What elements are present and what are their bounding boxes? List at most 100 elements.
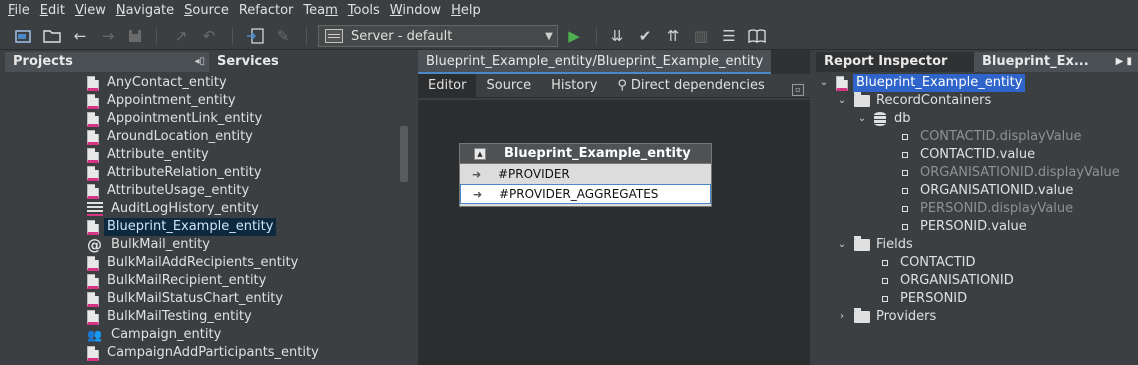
list-item[interactable]: CampaignAddParticipants_entity <box>87 344 319 362</box>
property-icon <box>902 224 908 230</box>
projects-panel: Projects ◂▯ Services AnyContact_entity A… <box>5 52 409 365</box>
chevron-down-icon[interactable]: ⌄ <box>836 236 848 254</box>
tree-record-containers[interactable]: ⌄ RecordContainers <box>836 92 991 110</box>
editor-panel: Blueprint_Example_entity/Blueprint_Examp… <box>418 50 810 365</box>
checkmark-icon[interactable]: ✔ <box>634 25 656 47</box>
tree-field-item[interactable]: CONTACTID <box>882 254 976 272</box>
list-item[interactable]: AttributeRelation_entity <box>87 164 262 182</box>
collapse-icon[interactable]: ▲ <box>474 147 486 160</box>
tab-editor-file[interactable]: Blueprint_Example_entity/Blueprint_Examp… <box>418 50 772 74</box>
property-icon <box>882 260 888 266</box>
folder-icon <box>854 236 870 251</box>
property-icon <box>902 152 908 158</box>
tab-direct-dependencies[interactable]: ⚲ Direct dependencies <box>607 74 774 98</box>
back-arrow-icon[interactable]: ← <box>69 25 91 47</box>
tree-providers[interactable]: › Providers <box>836 308 936 326</box>
entity-file-icon <box>87 147 99 163</box>
list-item-selected[interactable]: Blueprint_Example_entity <box>87 218 277 236</box>
menu-source[interactable]: Source <box>180 0 233 22</box>
forward-arrow-icon[interactable]: → <box>97 25 119 47</box>
list-item[interactable]: BulkMailTesting_entity <box>87 308 252 326</box>
record-container-icon: ➜ <box>472 167 482 181</box>
list-icon <box>87 202 103 216</box>
entity-box[interactable]: ▲ Blueprint_Example_entity ➜ #PROVIDER ➜… <box>459 143 712 207</box>
list-item[interactable]: 👥 Campaign_entity <box>87 326 221 344</box>
tab-source[interactable]: Source <box>476 74 541 98</box>
list-item[interactable]: BulkMailAddRecipients_entity <box>87 254 298 272</box>
book-icon[interactable] <box>746 25 768 47</box>
entity-file-icon <box>87 183 99 199</box>
list-item[interactable]: AuditLogHistory_entity <box>87 200 259 218</box>
menu-team[interactable]: Team <box>299 0 341 22</box>
list-item[interactable]: AppointmentLink_entity <box>87 110 262 128</box>
tab-blueprint-example[interactable]: Blueprint_Ex... ▶ ▮ <box>974 52 1138 72</box>
folder-icon <box>854 92 870 107</box>
edit-icon[interactable]: ✎ <box>272 25 294 47</box>
list-item[interactable]: Attribute_entity <box>87 146 209 164</box>
list-view-icon[interactable]: ☰ <box>718 25 740 47</box>
record-container-row-selected[interactable]: ➜ #PROVIDER_AGGREGATES <box>460 184 711 204</box>
tree-db-item[interactable]: CONTACTID.displayValue <box>902 128 1081 146</box>
chevron-down-icon[interactable]: ⌄ <box>836 92 848 110</box>
entity-file-icon <box>87 75 99 91</box>
double-chevron-up-icon[interactable]: ⇈ <box>662 25 684 47</box>
export-icon[interactable]: ↗ <box>170 25 192 47</box>
entity-file-icon <box>87 93 99 109</box>
folder-icon <box>854 308 870 323</box>
tree-fields[interactable]: ⌄ Fields <box>836 236 913 254</box>
entity-file-icon <box>87 255 99 271</box>
scrollbar[interactable] <box>400 126 408 182</box>
list-item[interactable]: AroundLocation_entity <box>87 128 253 146</box>
list-item[interactable]: AnyContact_entity <box>87 74 227 92</box>
chevron-down-icon[interactable]: ⌄ <box>856 110 868 128</box>
tab-history[interactable]: History <box>541 74 607 98</box>
list-item[interactable]: Appointment_entity <box>87 92 236 110</box>
tree-db[interactable]: ⌄ db <box>856 110 911 128</box>
tab-projects[interactable]: Projects ◂▯ <box>5 52 209 72</box>
tab-services[interactable]: Services <box>209 52 409 72</box>
minimize-icon[interactable]: ◂▯ <box>194 52 205 72</box>
property-icon <box>902 170 908 176</box>
new-project-icon[interactable] <box>13 25 35 47</box>
server-select[interactable]: Server - default ▼ <box>318 25 558 47</box>
tree-db-item[interactable]: ORGANISATIONID.value <box>902 182 1073 200</box>
menu-navigate[interactable]: Navigate <box>112 0 178 22</box>
toolbar: ← → ↗ ↶ ✎ Server - default ▼ ▶ ⇊ ✔ ⇈ ▥ ☰ <box>0 22 1138 50</box>
split-view-icon[interactable]: ▥ <box>690 25 712 47</box>
chevron-right-icon[interactable]: › <box>836 308 848 326</box>
tree-db-item[interactable]: CONTACTID.value <box>902 146 1035 164</box>
list-item[interactable]: AttributeUsage_entity <box>87 182 249 200</box>
menu-view[interactable]: View <box>71 0 110 22</box>
chevron-down-icon[interactable]: ⌄ <box>818 74 830 92</box>
tree-db-item[interactable]: PERSONID.displayValue <box>902 200 1073 218</box>
entity-file-icon <box>87 111 99 127</box>
tree-field-item[interactable]: PERSONID <box>882 290 967 308</box>
open-folder-icon[interactable] <box>41 25 63 47</box>
menu-refactor[interactable]: Refactor <box>235 0 298 22</box>
tree-root[interactable]: ⌄ Blueprint_Example_entity <box>818 74 1026 92</box>
menu-edit[interactable]: Edit <box>36 0 69 22</box>
deploy-icon[interactable] <box>244 25 266 47</box>
undo-icon[interactable]: ↶ <box>198 25 220 47</box>
record-container-row[interactable]: ➜ #PROVIDER <box>460 164 711 184</box>
at-icon: @ <box>87 236 102 254</box>
double-chevron-down-icon[interactable]: ⇊ <box>606 25 628 47</box>
menu-file[interactable]: File <box>4 0 34 22</box>
save-icon[interactable] <box>124 25 146 47</box>
list-item[interactable]: BulkMailRecipient_entity <box>87 272 266 290</box>
property-icon <box>882 296 888 302</box>
menu-help[interactable]: Help <box>447 0 485 22</box>
menu-tools[interactable]: Tools <box>344 0 384 22</box>
tree-db-item[interactable]: ORGANISATIONID.displayValue <box>902 164 1120 182</box>
list-item[interactable]: BulkMailStatusChart_entity <box>87 290 283 308</box>
tab-report-inspector[interactable]: Report Inspector <box>816 52 974 72</box>
list-item[interactable]: @ BulkMail_entity <box>87 236 210 254</box>
tree-field-item[interactable]: ORGANISATIONID <box>882 272 1014 290</box>
restore-window-icon[interactable]: ▫ <box>792 84 804 96</box>
run-icon[interactable]: ▶ <box>563 25 585 47</box>
tree-db-item[interactable]: PERSONID.value <box>902 218 1027 236</box>
property-icon <box>902 188 908 194</box>
tab-scroll-icon[interactable]: ▶ ▮ <box>1116 52 1132 72</box>
tab-editor[interactable]: Editor <box>418 74 477 98</box>
menu-window[interactable]: Window <box>386 0 445 22</box>
